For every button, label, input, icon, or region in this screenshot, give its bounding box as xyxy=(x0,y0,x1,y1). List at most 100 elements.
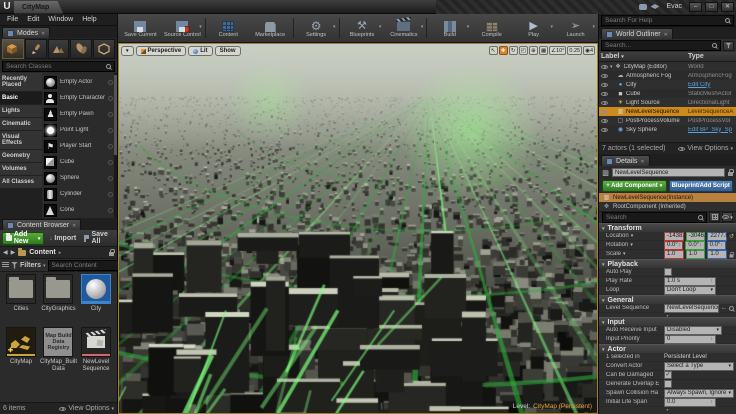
location-x-field[interactable]: -1438.37 xyxy=(664,232,684,241)
placeable-cube[interactable]: Cube xyxy=(44,154,117,170)
section-actor[interactable]: Actor xyxy=(599,344,736,353)
placeable-cylinder[interactable]: Cylinder xyxy=(44,186,117,202)
launch-button[interactable]: Launch xyxy=(555,18,596,38)
chevron-down-icon[interactable] xyxy=(333,23,336,30)
help-search-field[interactable] xyxy=(601,15,734,26)
outliner-row-newlevelsequence[interactable]: NewLevelSequenceLevelSequenceA xyxy=(599,107,736,116)
breadcrumb[interactable]: Content xyxy=(29,249,55,256)
play-rate-field[interactable]: 1.0 s xyxy=(664,277,716,286)
visibility-eye-icon[interactable] xyxy=(601,74,608,78)
menu-help[interactable]: Help xyxy=(78,16,100,23)
spinner-icon[interactable] xyxy=(699,241,702,249)
visibility-eye-icon[interactable] xyxy=(601,119,608,123)
outliner-search-input[interactable] xyxy=(605,42,712,49)
save-all-button[interactable]: Save All xyxy=(81,232,115,245)
category-volumes[interactable]: Volumes xyxy=(0,163,42,175)
chevron-down-icon[interactable] xyxy=(467,23,470,30)
asset-newlevel-sequence[interactable]: NewLevel Sequence xyxy=(78,327,114,379)
content-button[interactable]: Content xyxy=(208,18,249,38)
asset-citygraphics-folder[interactable]: CityGraphics xyxy=(40,274,77,326)
add-component-button[interactable]: + Add Component xyxy=(602,180,667,192)
placeable-cone[interactable]: Cone xyxy=(44,202,117,218)
advanced-expander[interactable] xyxy=(599,407,736,411)
chevron-down-icon[interactable] xyxy=(379,23,382,30)
geometry-mode-button[interactable] xyxy=(93,39,115,59)
modes-tab-close-icon[interactable] xyxy=(41,30,45,37)
blueprint-add-script-button[interactable]: Blueprint/Add Script xyxy=(669,180,734,192)
outliner-search-field[interactable] xyxy=(601,40,721,51)
place-mode-button[interactable] xyxy=(2,39,24,59)
blueprints-button[interactable]: Blueprints xyxy=(342,18,383,38)
lock-scale-icon[interactable] xyxy=(730,254,734,257)
placeable-empty-character[interactable]: Empty Character xyxy=(44,90,117,106)
outliner-filter-button[interactable] xyxy=(723,41,734,51)
spawn-collision-dropdown[interactable]: Always Spawn, Ignore Collisions xyxy=(664,389,734,398)
browse-to-asset-icon[interactable] xyxy=(729,306,734,311)
category-lights[interactable]: Lights xyxy=(0,105,42,117)
scale-label[interactable]: Scale xyxy=(606,251,662,257)
chevron-down-icon[interactable] xyxy=(592,23,595,30)
reset-to-default-icon[interactable] xyxy=(729,233,734,240)
asset-cities-folder[interactable]: Cities xyxy=(3,274,39,326)
placeable-sphere[interactable]: Sphere xyxy=(44,170,117,186)
source-control-button[interactable]: Source Control xyxy=(162,18,203,38)
rotation-snap-toggle[interactable]: ∠10° xyxy=(549,46,566,55)
menu-file[interactable]: File xyxy=(3,16,22,23)
expand-arrow-icon[interactable] xyxy=(610,63,613,70)
lit-mode-button[interactable]: Lit xyxy=(188,46,212,56)
input-priority-field[interactable]: 0 xyxy=(664,335,716,344)
drag-handle-icon[interactable] xyxy=(108,144,113,149)
settings-button[interactable]: Settings xyxy=(296,18,337,38)
drag-handle-icon[interactable] xyxy=(108,128,113,133)
outliner-row-light-source[interactable]: Light SourceDirectionalLight xyxy=(599,98,736,107)
spinner-icon[interactable] xyxy=(711,398,714,406)
auto-play-checkbox[interactable] xyxy=(664,268,672,276)
scale-tool-button[interactable]: ◰ xyxy=(519,46,528,55)
asset-city-material[interactable]: City xyxy=(78,274,114,326)
spinner-icon[interactable] xyxy=(711,335,714,343)
paint-mode-button[interactable] xyxy=(25,39,47,59)
close-button[interactable] xyxy=(721,2,734,12)
scale-z-field[interactable]: 1.0 xyxy=(707,250,727,259)
outliner-view-options-button[interactable]: View Options xyxy=(678,145,733,152)
select-tool-button[interactable]: ↖ xyxy=(489,46,498,55)
property-matrix-button[interactable] xyxy=(709,212,720,222)
details-tab-close-icon[interactable] xyxy=(640,158,644,165)
cb-view-options-button[interactable]: View Options xyxy=(59,405,114,412)
lock-icon[interactable] xyxy=(109,252,114,256)
component-newlevelsequence-instance[interactable]: NewLevelSequence(Instance) xyxy=(599,193,736,202)
scale-x-field[interactable]: 1.0 xyxy=(664,250,684,259)
details-search-input[interactable] xyxy=(606,214,698,221)
section-playback[interactable]: Playback xyxy=(599,259,736,268)
category-visual-effects[interactable]: Visual Effects xyxy=(0,131,42,149)
camera-speed-button[interactable]: ◉4 xyxy=(583,46,595,55)
foliage-mode-button[interactable] xyxy=(70,39,92,59)
world-outliner-tab[interactable]: World Outliner xyxy=(601,28,673,39)
marketplace-button[interactable]: Marketplace xyxy=(250,18,291,38)
location-label[interactable]: Location xyxy=(606,233,662,239)
scale-snap-toggle[interactable]: 0.25 xyxy=(567,46,582,55)
lock-icon[interactable] xyxy=(728,172,733,176)
details-view-options-button[interactable] xyxy=(722,212,733,222)
show-button[interactable]: Show xyxy=(215,46,241,56)
rotation-y-field[interactable]: 0.0° xyxy=(685,241,704,250)
label-column-header[interactable]: Label xyxy=(601,53,619,60)
help-search-input[interactable] xyxy=(605,17,725,24)
world-outliner-tab-close-icon[interactable] xyxy=(664,31,668,38)
tutorials-icon[interactable] xyxy=(650,4,659,9)
drag-handle-icon[interactable] xyxy=(108,112,113,117)
breadcrumb-chevron-icon[interactable] xyxy=(59,249,62,256)
drag-handle-icon[interactable] xyxy=(108,80,113,85)
actor-name-field[interactable] xyxy=(615,169,722,177)
modes-search-input[interactable] xyxy=(6,63,106,70)
chevron-down-icon[interactable] xyxy=(199,23,202,30)
feedback-icon[interactable] xyxy=(639,4,647,10)
modes-search-field[interactable] xyxy=(2,61,115,72)
can-be-damaged-checkbox[interactable] xyxy=(664,371,672,379)
outliner-row-city[interactable]: CityEdit City xyxy=(599,80,736,89)
visibility-eye-icon[interactable] xyxy=(601,65,608,69)
menu-window[interactable]: Window xyxy=(44,16,77,23)
edit-blueprint-link[interactable]: Edit BP_Sky_Sp xyxy=(688,127,734,133)
component-rootcomponent[interactable]: ✥RootComponent (Inherited) xyxy=(599,202,736,211)
drag-handle-icon[interactable] xyxy=(108,208,113,213)
